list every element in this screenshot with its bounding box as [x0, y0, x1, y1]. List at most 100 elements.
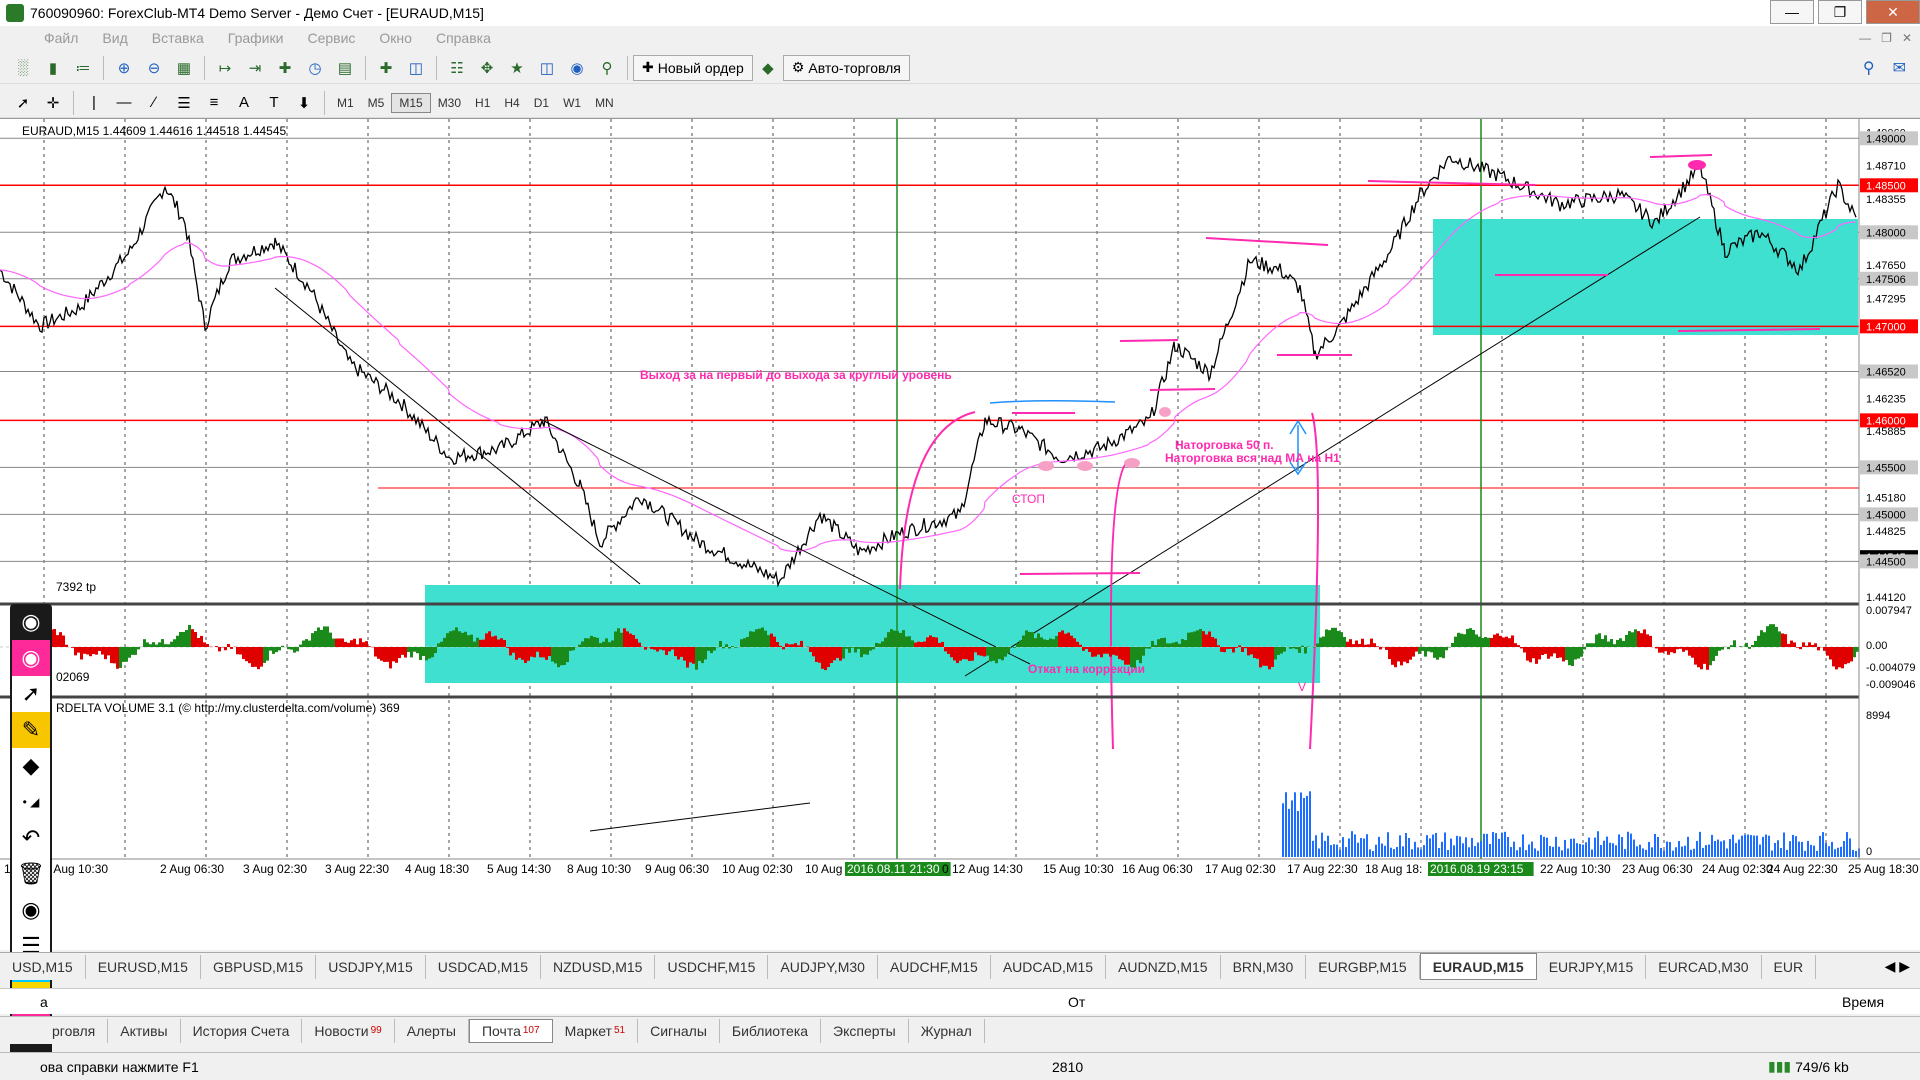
timeframe-m15[interactable]: M15: [391, 92, 431, 113]
chart-window[interactable]: Выход за на первый до выхода за круглый …: [0, 118, 1920, 950]
symbol-tab[interactable]: EURJPY,M15: [1537, 954, 1647, 979]
zoom-out-icon[interactable]: ⊖: [142, 56, 166, 80]
terminal-tab-journal[interactable]: Журнал: [909, 1018, 985, 1043]
timeframe-m5[interactable]: M5: [361, 94, 392, 112]
terminal-tab-market[interactable]: Маркет 51: [553, 1018, 639, 1043]
symbol-tab[interactable]: EURUSD,M15: [86, 954, 201, 979]
timeframe-w1[interactable]: W1: [556, 94, 588, 112]
tab-scroll-arrows[interactable]: ◀ ▶: [1885, 958, 1910, 975]
templates-icon[interactable]: ▤: [333, 56, 357, 80]
crosshair-icon[interactable]: ✛: [41, 91, 65, 115]
timeframe-m30[interactable]: M30: [431, 94, 468, 112]
terminal-col-time[interactable]: Время: [1842, 994, 1884, 1010]
symbol-tab[interactable]: GBPUSD,M15: [201, 954, 317, 979]
menu-insert[interactable]: Вставка: [140, 30, 216, 46]
periods-icon[interactable]: ◷: [303, 56, 327, 80]
line-chart-icon[interactable]: ≔: [71, 56, 95, 80]
terminal-tab-signals[interactable]: Сигналы: [638, 1018, 720, 1043]
symbol-tab[interactable]: EURGBP,M15: [1306, 954, 1420, 979]
bar-chart-icon[interactable]: ░: [11, 56, 35, 80]
timeframe-h4[interactable]: H4: [497, 94, 526, 112]
oscillator-bar: [512, 647, 515, 653]
navigator-icon[interactable]: ★: [505, 56, 529, 80]
camera-icon[interactable]: ◉: [12, 892, 50, 928]
dot-size-icon[interactable]: • ◢: [12, 784, 50, 820]
symbol-tab-active[interactable]: EURAUD,M15: [1419, 953, 1537, 980]
text-label-icon[interactable]: T: [262, 91, 286, 115]
indicators-icon[interactable]: ✚: [273, 56, 297, 80]
mdi-restore-button[interactable]: ❐: [1881, 31, 1892, 45]
symbol-tab[interactable]: NZDUSD,M15: [541, 954, 656, 979]
eraser-icon[interactable]: ◆: [12, 748, 50, 784]
vertical-line-icon[interactable]: |: [82, 91, 106, 115]
tester-icon[interactable]: ⚲: [595, 56, 619, 80]
tile-windows-icon[interactable]: ▦: [172, 56, 196, 80]
symbol-tab[interactable]: EUR: [1762, 954, 1817, 979]
terminal-tab-trade[interactable]: рговля: [40, 1018, 109, 1043]
mdi-minimize-button[interactable]: —: [1859, 31, 1871, 45]
data-window-icon[interactable]: ✥: [475, 56, 499, 80]
symbol-tab[interactable]: USDCAD,M15: [426, 954, 541, 979]
menu-tools[interactable]: Сервис: [295, 30, 367, 46]
pin-icon[interactable]: ◉: [12, 604, 50, 640]
pen-icon[interactable]: ✎: [12, 712, 50, 748]
menu-file[interactable]: Файл: [32, 30, 90, 46]
fibonacci-icon[interactable]: ≡: [202, 91, 226, 115]
timeframe-d1[interactable]: D1: [527, 94, 556, 112]
symbol-tab[interactable]: USDCHF,M15: [655, 954, 769, 979]
symbol-tab[interactable]: AUDJPY,M30: [768, 954, 878, 979]
menu-help[interactable]: Справка: [424, 30, 503, 46]
terminal-tab-experts[interactable]: Эксперты: [821, 1018, 909, 1043]
timeframe-mn[interactable]: MN: [588, 94, 621, 112]
trendline-icon[interactable]: ∕: [142, 91, 166, 115]
terminal-tab-assets[interactable]: Активы: [108, 1018, 181, 1043]
timeframe-m1[interactable]: M1: [330, 94, 361, 112]
search-icon[interactable]: ⚲: [1863, 58, 1875, 78]
terminal-tab-history[interactable]: История Счета: [181, 1018, 303, 1043]
channel-icon[interactable]: ☰: [172, 91, 196, 115]
zoom-in-icon[interactable]: ⊕: [112, 56, 136, 80]
profiles-icon[interactable]: ◫: [404, 56, 428, 80]
timeframe-h1[interactable]: H1: [468, 94, 497, 112]
chart-shift-icon[interactable]: ⇥: [243, 56, 267, 80]
arrows-icon[interactable]: ⬇: [292, 91, 316, 115]
minimize-button[interactable]: —: [1770, 0, 1814, 24]
pointer-icon[interactable]: ➚: [12, 676, 50, 712]
maximize-button[interactable]: ❐: [1818, 0, 1862, 24]
new-chart-icon[interactable]: ✚: [374, 56, 398, 80]
eye-icon[interactable]: ◉: [12, 640, 50, 676]
trash-icon[interactable]: 🗑: [12, 856, 50, 892]
terminal-tab-library[interactable]: Библиотека: [720, 1018, 822, 1043]
menu-view[interactable]: Вид: [90, 30, 139, 46]
market-watch-icon[interactable]: ☷: [445, 56, 469, 80]
auto-scroll-icon[interactable]: ↦: [213, 56, 237, 80]
metaeditor-icon[interactable]: ◆: [756, 56, 780, 80]
symbol-tab[interactable]: AUDCAD,M15: [991, 954, 1107, 979]
terminal-col-from[interactable]: От: [1068, 994, 1085, 1010]
terminal-tab-alerts[interactable]: Алерты: [395, 1018, 469, 1043]
candlestick-icon[interactable]: ▮: [41, 56, 65, 80]
horizontal-line-icon[interactable]: —: [112, 91, 136, 115]
symbol-tab[interactable]: AUDNZD,M15: [1106, 954, 1221, 979]
help-icon[interactable]: ◉: [565, 56, 589, 80]
new-order-button[interactable]: ✚ Новый ордер: [633, 54, 753, 81]
symbol-tab[interactable]: USDJPY,M15: [316, 954, 426, 979]
chat-icon[interactable]: ✉: [1893, 58, 1906, 78]
menu-window[interactable]: Окно: [367, 30, 424, 46]
terminal-col-subject[interactable]: а: [40, 994, 48, 1010]
symbol-tab[interactable]: USD,M15: [0, 954, 86, 979]
cursor-icon[interactable]: ➚: [11, 91, 35, 115]
undo-icon[interactable]: ↶: [12, 820, 50, 856]
symbol-tab[interactable]: AUDCHF,M15: [878, 954, 991, 979]
autotrade-button[interactable]: ⚙ Авто-торговля: [782, 54, 910, 81]
menu-charts[interactable]: Графики: [216, 30, 296, 46]
symbol-tab[interactable]: BRN,M30: [1221, 954, 1307, 979]
terminal-tab-news[interactable]: Новости 99: [302, 1018, 395, 1043]
mdi-close-button[interactable]: ✕: [1902, 31, 1912, 45]
close-button[interactable]: ✕: [1866, 0, 1920, 24]
text-icon[interactable]: A: [232, 91, 256, 115]
price-chart[interactable]: Выход за на первый до выхода за круглый …: [0, 119, 1920, 951]
terminal-tab-mailbox[interactable]: Почта 107: [468, 1018, 553, 1043]
terminal-icon[interactable]: ◫: [535, 56, 559, 80]
symbol-tab[interactable]: EURCAD,M30: [1646, 954, 1762, 979]
